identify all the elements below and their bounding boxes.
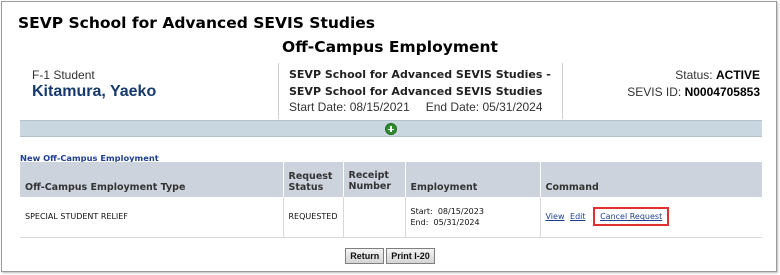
end-date: End Date: 05/31/2024 bbox=[425, 100, 543, 114]
edit-link[interactable]: Edit bbox=[570, 212, 586, 221]
col-header-command: Command bbox=[539, 162, 762, 197]
employment-table: Off-Campus Employment Type Request Statu… bbox=[20, 162, 762, 238]
school-name-line-2: SEVP School for Advanced SEVIS Studies bbox=[289, 85, 543, 98]
print-i20-button[interactable]: Print I-20 bbox=[386, 248, 435, 264]
start-date: Start Date: 08/15/2021 bbox=[289, 100, 410, 114]
school-title: SEVP School for Advanced SEVIS Studies bbox=[18, 14, 376, 32]
button-bar: Return Print I-20 bbox=[2, 248, 778, 264]
sevis-id-value: N0004705853 bbox=[684, 85, 760, 99]
cancel-request-link[interactable]: Cancel Request bbox=[600, 212, 662, 221]
col-header-request-status: Request Status bbox=[282, 162, 343, 197]
col-header-employment: Employment bbox=[404, 162, 540, 197]
student-info-bar: F-1 Student Kitamura, Yaeko SEVP School … bbox=[20, 63, 762, 119]
col-header-receipt-number: Receipt Number bbox=[342, 162, 405, 197]
student-column: F-1 Student Kitamura, Yaeko bbox=[20, 63, 278, 119]
cell-type: SPECIAL STUDENT RELIEF bbox=[20, 197, 283, 238]
school-column: SEVP School for Advanced SEVIS Studies -… bbox=[278, 63, 563, 119]
program-dates: Start Date: 08/15/2021 End Date: 05/31/20… bbox=[289, 100, 543, 114]
col-header-type: Off-Campus Employment Type bbox=[20, 162, 283, 197]
status-label: Status: bbox=[675, 68, 713, 82]
return-button[interactable]: Return bbox=[345, 248, 385, 264]
cell-receipt-number bbox=[342, 197, 405, 238]
table-row: SPECIAL STUDENT RELIEF REQUESTED Start: … bbox=[20, 197, 762, 238]
add-toolbar bbox=[20, 120, 762, 137]
sevis-id-line: SEVIS ID: N0004705853 bbox=[627, 85, 760, 99]
employment-panel: SEVP School for Advanced SEVIS Studies O… bbox=[1, 1, 777, 272]
page-title: Off-Campus Employment bbox=[282, 38, 498, 56]
table-header-row: Off-Campus Employment Type Request Statu… bbox=[20, 162, 762, 197]
status-value: ACTIVE bbox=[715, 68, 760, 82]
status-line: Status: ACTIVE bbox=[675, 68, 760, 82]
plus-circle-icon[interactable] bbox=[385, 123, 397, 135]
cancel-request-highlight: Cancel Request bbox=[593, 207, 670, 227]
cell-command: View Edit Cancel Request bbox=[539, 197, 762, 238]
school-name-line-1: SEVP School for Advanced SEVIS Studies - bbox=[289, 68, 551, 81]
view-link[interactable]: View bbox=[546, 212, 565, 221]
sevis-id-label: SEVIS ID: bbox=[627, 85, 682, 99]
cell-request-status: REQUESTED bbox=[282, 197, 343, 238]
student-name: Kitamura, Yaeko bbox=[32, 83, 157, 100]
status-column: Status: ACTIVE SEVIS ID: N0004705853 bbox=[563, 63, 762, 119]
cell-employment: Start: 08/15/2023 End: 05/31/2024 bbox=[404, 197, 540, 238]
student-type: F-1 Student bbox=[32, 68, 95, 82]
employment-dates: Start: 08/15/2023 End: 05/31/2024 bbox=[410, 206, 484, 227]
